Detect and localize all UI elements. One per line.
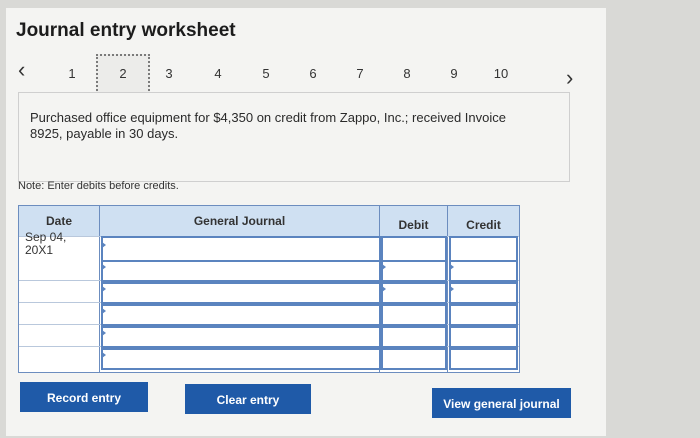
header-journal-label: General Journal — [193, 214, 286, 228]
tab-4[interactable]: 4 — [203, 60, 233, 88]
entry-note: Note: Enter debits before credits. — [18, 180, 179, 192]
credit-input-row-5[interactable] — [449, 326, 518, 348]
tab-3[interactable]: 3 — [154, 60, 184, 88]
tab-9[interactable]: 9 — [439, 60, 469, 88]
view-general-journal-button[interactable]: View general journal — [432, 388, 571, 418]
dropdown-marker-icon — [102, 242, 106, 248]
dropdown-marker-icon — [102, 308, 106, 314]
debit-input-row-3[interactable] — [381, 282, 447, 304]
account-input-row-4[interactable] — [101, 304, 381, 326]
dropdown-marker-icon — [382, 264, 386, 270]
clear-entry-button[interactable]: Clear entry — [185, 384, 311, 414]
tab-1[interactable]: 1 — [57, 60, 87, 88]
credit-input-row-6[interactable] — [449, 348, 518, 370]
entry-date: Sep 04, 20X1 — [25, 230, 67, 257]
credit-input-row-3[interactable] — [449, 282, 518, 304]
dropdown-marker-icon — [382, 286, 386, 292]
tab-strip: 1 2 3 4 5 6 7 8 9 10 — [0, 54, 560, 94]
credit-input-row-2[interactable] — [449, 260, 518, 282]
tab-5[interactable]: 5 — [251, 60, 281, 88]
dropdown-marker-icon — [102, 330, 106, 336]
debit-input-row-2[interactable] — [381, 260, 447, 282]
credit-input-row-4[interactable] — [449, 304, 518, 326]
transaction-prompt: Purchased office equipment for $4,350 on… — [30, 110, 506, 141]
account-input-row-3[interactable] — [101, 282, 381, 304]
header-credit-label: Credit — [466, 218, 501, 232]
tab-8[interactable]: 8 — [392, 60, 422, 88]
account-input-row-5[interactable] — [101, 326, 381, 348]
dropdown-marker-icon — [450, 264, 454, 270]
dropdown-marker-icon — [450, 286, 454, 292]
journal-grid: Date General Journal Debit Credit Sep 04… — [18, 205, 520, 373]
dropdown-marker-icon — [102, 264, 106, 270]
dropdown-marker-icon — [102, 352, 106, 358]
tab-6[interactable]: 6 — [298, 60, 328, 88]
header-debit: Debit — [380, 206, 447, 236]
debit-input-row-6[interactable] — [381, 348, 447, 370]
account-input-row-2[interactable] — [101, 260, 381, 282]
column-divider — [99, 206, 100, 372]
header-date-label: Date — [45, 214, 72, 228]
header-credit: Credit — [448, 206, 519, 236]
dropdown-marker-icon — [102, 286, 106, 292]
tab-10[interactable]: 10 — [486, 60, 516, 88]
header-general-journal: General Journal — [100, 206, 379, 236]
debit-input-row-5[interactable] — [381, 326, 447, 348]
chevron-right-icon[interactable]: › — [566, 67, 573, 89]
tab-2[interactable]: 2 — [96, 54, 150, 94]
page-title: Journal entry worksheet — [16, 20, 236, 41]
column-divider — [447, 206, 448, 372]
header-debit-label: Debit — [398, 218, 429, 232]
debit-input-row-4[interactable] — [381, 304, 447, 326]
record-entry-button[interactable]: Record entry — [20, 382, 148, 412]
account-input-row-6[interactable] — [101, 348, 381, 370]
tab-7[interactable]: 7 — [345, 60, 375, 88]
